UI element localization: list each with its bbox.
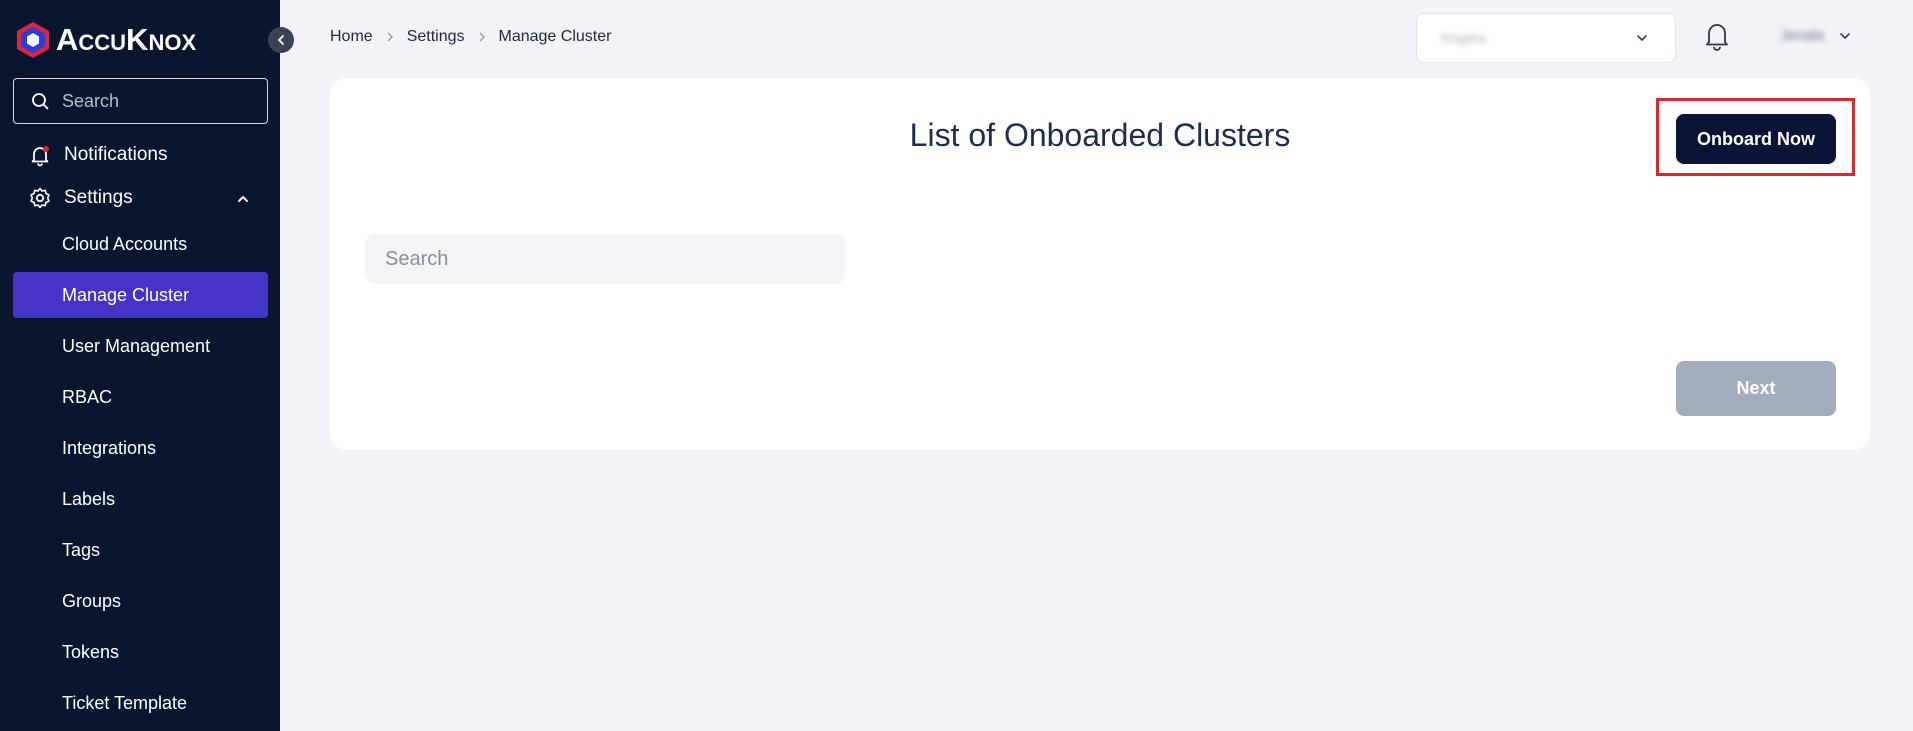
- onboard-now-button[interactable]: Onboard Now: [1676, 114, 1836, 164]
- sidebar-item-labels[interactable]: Labels: [13, 476, 268, 522]
- sidebar-item-label: Tokens: [62, 641, 120, 662]
- sidebar-item-label: Ticket Template: [62, 692, 188, 713]
- clusters-card: List of Onboarded Clusters Onboard Now N…: [330, 78, 1870, 450]
- sidebar-item-label: Groups: [62, 590, 122, 611]
- chevron-down-icon: [1637, 35, 1647, 41]
- bell-icon: [31, 146, 49, 167]
- accuknox-logo-icon: [17, 22, 49, 58]
- chevron-left-icon: [278, 35, 284, 45]
- cluster-search-input[interactable]: [365, 234, 845, 284]
- sidebar-item-label: Cloud Accounts: [62, 233, 188, 254]
- user-name: Jenala: [1780, 27, 1825, 44]
- sidebar-item-notifications[interactable]: Notifications: [28, 143, 168, 167]
- sidebar-item-groups[interactable]: Groups: [13, 578, 268, 624]
- sidebar-item-label: Labels: [62, 488, 116, 509]
- sidebar-item-manage-cluster[interactable]: Manage Cluster: [13, 272, 268, 318]
- sidebar-item-label: Settings: [64, 187, 133, 208]
- sidebar-item-tokens[interactable]: Tokens: [13, 629, 268, 675]
- tenant-select-value: Inspira: [1441, 29, 1487, 47]
- brand-name: AccuKnox: [56, 22, 197, 57]
- sidebar-search-placeholder: Search: [62, 90, 120, 111]
- next-button[interactable]: Next: [1676, 361, 1836, 416]
- sidebar-item-label: Tags: [62, 539, 101, 560]
- sidebar-item-label: User Management: [62, 335, 211, 356]
- chevron-right-icon: [477, 31, 487, 43]
- breadcrumb: Home Settings Manage Cluster: [330, 28, 611, 46]
- user-menu[interactable]: Jenala: [1780, 27, 1852, 44]
- sidebar-item-integrations[interactable]: Integrations: [13, 425, 268, 471]
- brand-logo[interactable]: AccuKnox: [14, 20, 196, 60]
- chevron-down-icon: [1840, 32, 1851, 39]
- sidebar-item-label: Manage Cluster: [62, 284, 190, 305]
- sidebar-item-user-management[interactable]: User Management: [13, 323, 268, 369]
- breadcrumb-home[interactable]: Home: [330, 28, 373, 46]
- sidebar: AccuKnox Search Notifications Settings C…: [0, 0, 280, 731]
- page-title: List of Onboarded Clusters: [909, 117, 1291, 153]
- sidebar-item-label: Notifications: [64, 144, 168, 165]
- sidebar-item-settings[interactable]: Settings: [28, 186, 133, 210]
- chevron-up-icon[interactable]: [236, 192, 250, 206]
- search-icon: [32, 93, 49, 110]
- breadcrumb-current: Manage Cluster: [498, 28, 612, 45]
- sidebar-item-cloud-accounts[interactable]: Cloud Accounts: [13, 221, 268, 267]
- sidebar-search-input[interactable]: Search: [13, 78, 268, 124]
- notification-bell-icon[interactable]: [1703, 20, 1731, 52]
- sidebar-item-label: Integrations: [62, 437, 157, 458]
- sidebar-item-rbac[interactable]: RBAC: [13, 374, 268, 420]
- sidebar-collapse-button[interactable]: [268, 27, 294, 53]
- chevron-right-icon: [385, 31, 395, 43]
- breadcrumb-settings[interactable]: Settings: [407, 28, 465, 46]
- sidebar-item-tags[interactable]: Tags: [13, 527, 268, 573]
- sidebar-item-label: RBAC: [62, 386, 113, 407]
- sidebar-item-ticket-template[interactable]: Ticket Template: [13, 680, 268, 726]
- tenant-select[interactable]: Inspira: [1416, 13, 1676, 63]
- gear-icon: [30, 187, 50, 209]
